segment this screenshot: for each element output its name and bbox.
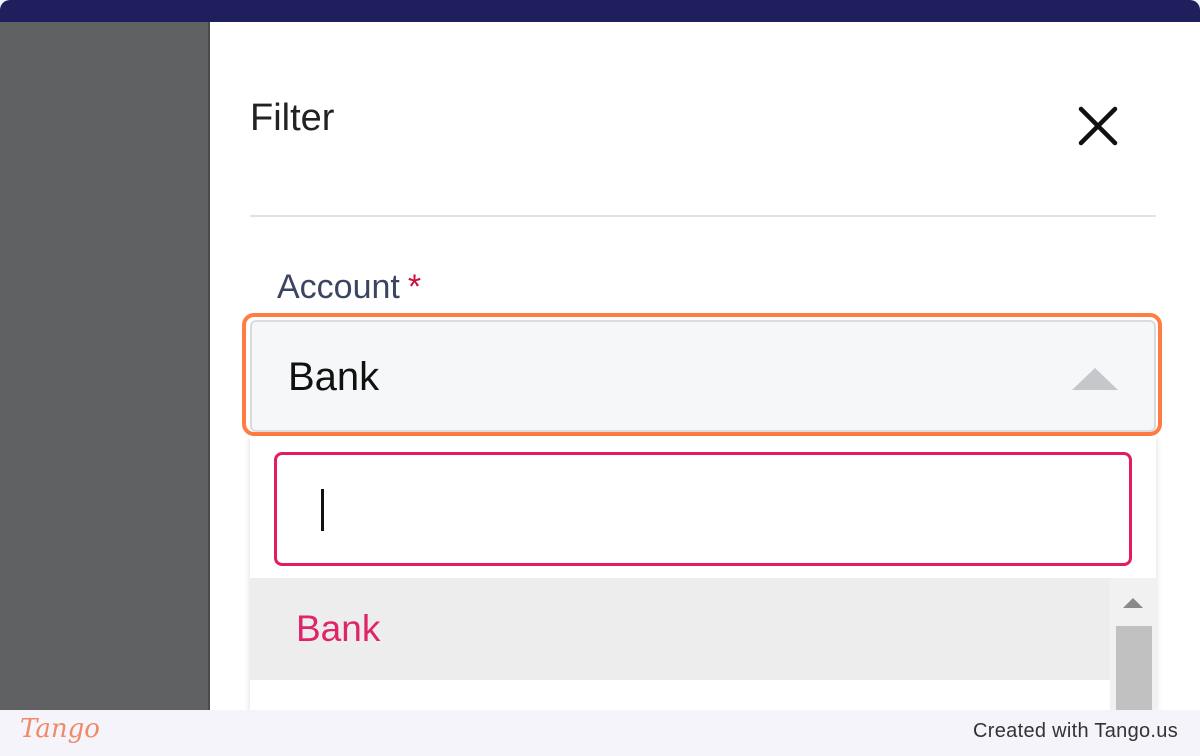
app-frame: Filter Account * Bank Bank <box>0 0 1200 710</box>
footer: Tango Created with Tango.us <box>0 710 1200 756</box>
close-button[interactable] <box>1072 100 1124 152</box>
dropdown-option-bank[interactable]: Bank <box>250 578 1110 680</box>
dropdown-search-input[interactable] <box>274 452 1132 566</box>
filter-panel: Filter Account * Bank Bank <box>210 22 1200 710</box>
dropdown-option-label: Bank <box>296 608 381 649</box>
tango-logo: Tango <box>20 714 100 744</box>
modal-backdrop[interactable] <box>0 22 210 710</box>
divider <box>250 215 1156 217</box>
footer-credit: Created with Tango.us <box>973 720 1178 742</box>
required-marker: * <box>407 268 422 306</box>
top-bar <box>0 0 1200 22</box>
scrollbar-thumb[interactable] <box>1116 626 1152 710</box>
text-cursor <box>321 489 324 531</box>
scroll-up-arrow-icon[interactable] <box>1123 598 1143 608</box>
step-highlight <box>242 313 1162 436</box>
account-label-text: Account <box>277 268 400 306</box>
account-label: Account * <box>277 266 421 308</box>
close-icon <box>1078 106 1118 146</box>
panel-title: Filter <box>250 97 335 139</box>
dropdown-scrollbar[interactable] <box>1110 578 1156 710</box>
account-dropdown: Bank <box>250 436 1156 710</box>
